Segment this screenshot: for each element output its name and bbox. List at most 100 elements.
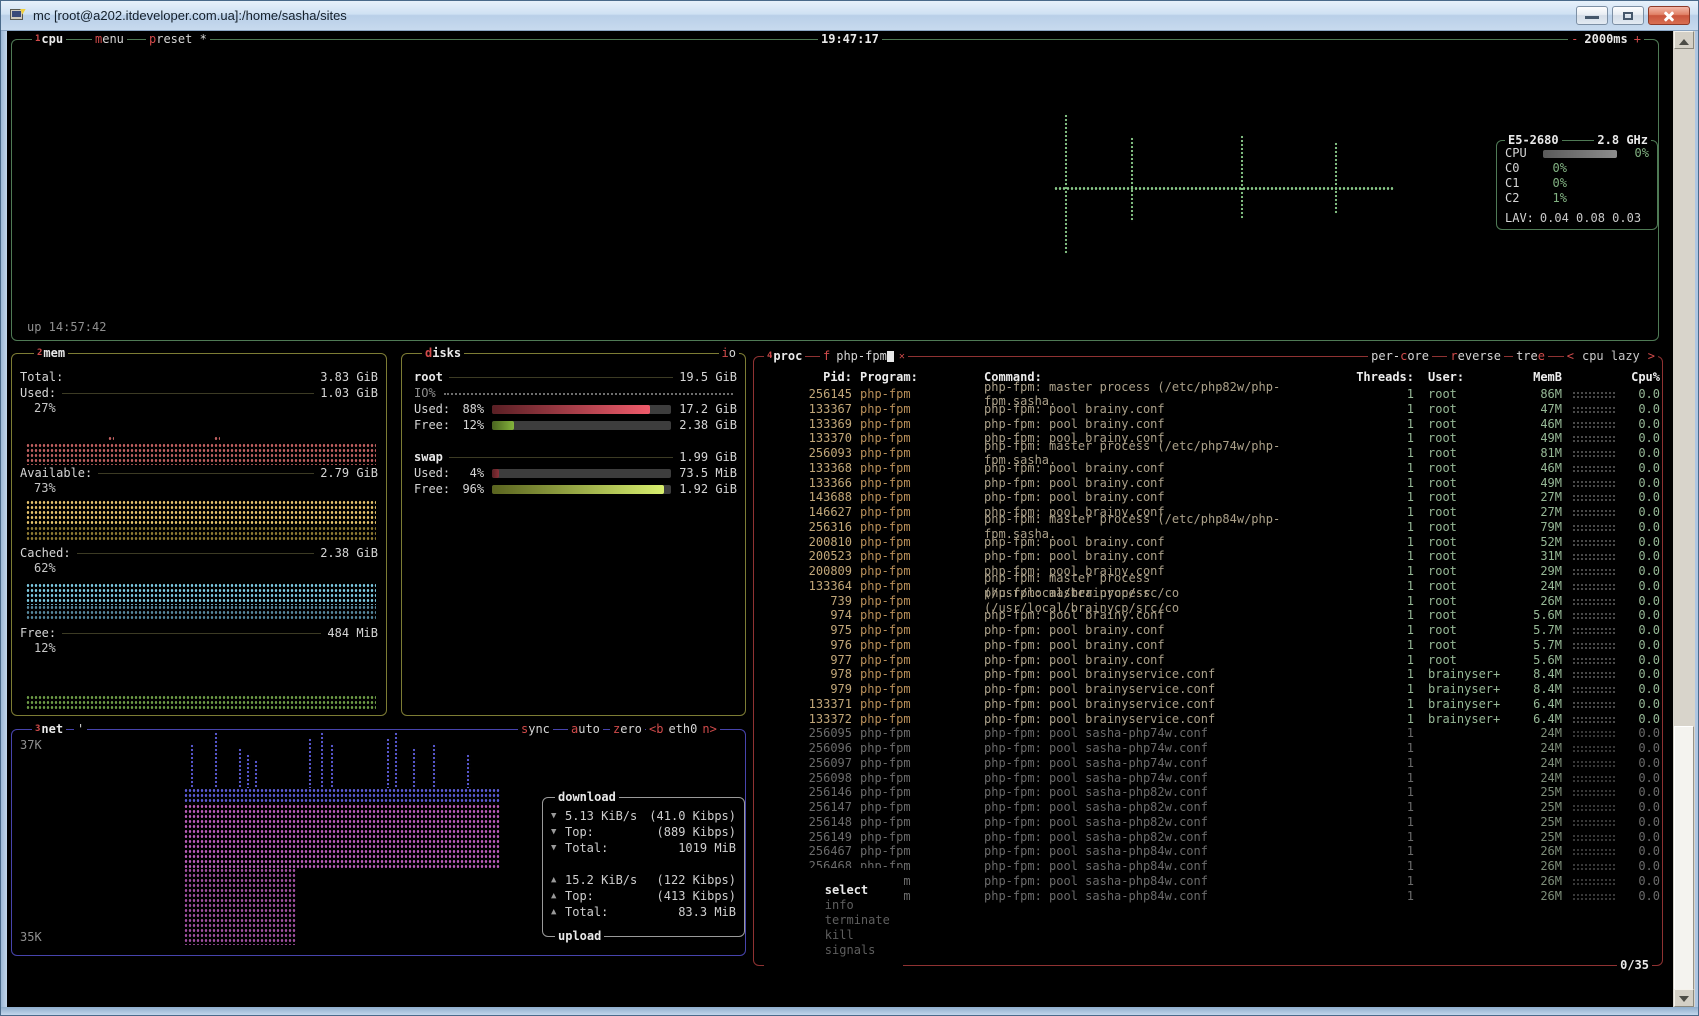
- proc-cpu: 0.0: [1622, 785, 1668, 800]
- table-row[interactable]: 133367 php-fpm php-fpm: pool brainy.conf…: [762, 402, 1656, 417]
- table-row[interactable]: 975 php-fpm php-fpm: pool brainy.conf 1 …: [762, 623, 1656, 638]
- table-row[interactable]: 200810 php-fpm php-fpm: pool brainy.conf…: [762, 535, 1656, 550]
- reverse-button[interactable]: reverse: [1447, 349, 1504, 364]
- table-row[interactable]: 256093 php-fpm php-fpm: master process (…: [762, 446, 1656, 461]
- table-row[interactable]: 256149 php-fpm php-fpm: pool sasha-php82…: [762, 830, 1656, 845]
- proc-user: brainyser+: [1414, 667, 1516, 682]
- col-threads[interactable]: Threads:: [1352, 370, 1414, 385]
- proc-mem: 26M: [1516, 594, 1562, 609]
- sync-button[interactable]: sync: [518, 722, 553, 737]
- per-core-button[interactable]: per-core: [1368, 349, 1432, 364]
- table-row[interactable]: 974 php-fpm php-fpm: pool brainy.conf 1 …: [762, 608, 1656, 623]
- minimize-button[interactable]: [1576, 6, 1608, 25]
- clear-filter-button[interactable]: ✕: [899, 349, 905, 364]
- proc-program: php-fpm: [852, 623, 984, 638]
- info-button[interactable]: info: [825, 898, 854, 912]
- proc-user: root: [1414, 579, 1516, 594]
- col-mem[interactable]: MemB: [1516, 370, 1562, 385]
- table-row[interactable]: 133369 php-fpm php-fpm: pool brainy.conf…: [762, 417, 1656, 432]
- proc-cpu: 0.0: [1622, 387, 1668, 402]
- signals-button[interactable]: signals: [825, 943, 876, 957]
- proc-mem-mini-graph: [1562, 859, 1622, 874]
- proc-program: php-fpm: [852, 800, 984, 815]
- sort-selector[interactable]: <cpu lazy>: [1564, 349, 1658, 364]
- window-frame-right: [1695, 31, 1698, 1007]
- table-row[interactable]: 978 php-fpm php-fpm: pool brainyservice.…: [762, 667, 1656, 682]
- mem-used-graph: [26, 443, 376, 465]
- close-button[interactable]: [1648, 6, 1690, 25]
- terminate-button[interactable]: terminate: [825, 913, 890, 927]
- proc-program: php-fpm: [852, 461, 984, 476]
- table-row[interactable]: 143688 php-fpm php-fpm: pool brainy.conf…: [762, 490, 1656, 505]
- table-row[interactable]: 256148 php-fpm php-fpm: pool sasha-php82…: [762, 815, 1656, 830]
- auto-button[interactable]: auto: [568, 722, 603, 737]
- col-user[interactable]: User:: [1414, 370, 1516, 385]
- proc-pid: 256316: [762, 520, 852, 535]
- table-row[interactable]: 256145 php-fpm php-fpm: master process (…: [762, 387, 1656, 402]
- proc-pid: 256467: [762, 844, 852, 859]
- table-row[interactable]: 256096 php-fpm php-fpm: pool sasha-php74…: [762, 741, 1656, 756]
- table-row[interactable]: 976 php-fpm php-fpm: pool brainy.conf 1 …: [762, 638, 1656, 653]
- proc-mem: 8.4M: [1516, 682, 1562, 697]
- table-row[interactable]: 256467 php-fpm php-fpm: pool sasha-php84…: [762, 844, 1656, 859]
- table-row[interactable]: 200523 php-fpm php-fpm: pool brainy.conf…: [762, 549, 1656, 564]
- update-interval: -2000ms+: [1568, 32, 1644, 47]
- table-row[interactable]: 256095 php-fpm php-fpm: pool sasha-php74…: [762, 726, 1656, 741]
- proc-program: php-fpm: [852, 476, 984, 491]
- scroll-up-button[interactable]: [1674, 31, 1694, 49]
- proc-mem: 86M: [1516, 387, 1562, 402]
- table-row[interactable]: 133368 php-fpm php-fpm: pool brainy.conf…: [762, 461, 1656, 476]
- down-arrow-icon: ▼: [551, 809, 565, 824]
- table-row[interactable]: 739 php-fpm php-fpm: master process (/us…: [762, 594, 1656, 609]
- kill-button[interactable]: kill: [825, 928, 854, 942]
- proc-program: php-fpm: [852, 697, 984, 712]
- table-row[interactable]: 979 php-fpm php-fpm: pool brainyservice.…: [762, 682, 1656, 697]
- proc-cpu: 0.0: [1622, 535, 1668, 550]
- proc-mem-mini-graph: [1562, 490, 1622, 505]
- proc-pid: 200523: [762, 549, 852, 564]
- upload-stat-row: ▲ 15.2 KiB/s (122 Kibps): [543, 872, 744, 888]
- menu-button[interactable]: menu: [92, 32, 127, 47]
- maximize-button[interactable]: [1612, 6, 1644, 25]
- interval-minus-button[interactable]: -: [1571, 32, 1578, 47]
- scroll-down-button[interactable]: [1674, 989, 1694, 1007]
- table-row[interactable]: 133371 php-fpm php-fpm: pool brainyservi…: [762, 697, 1656, 712]
- table-row[interactable]: 977 php-fpm php-fpm: pool brainy.conf 1 …: [762, 653, 1656, 668]
- scrollbar-thumb[interactable]: [1674, 726, 1694, 991]
- io-mode-button[interactable]: io: [719, 346, 739, 361]
- proc-pid: 146627: [762, 505, 852, 520]
- proc-cpu: 0.0: [1622, 402, 1668, 417]
- sort-next-icon[interactable]: >: [1648, 349, 1655, 364]
- table-row[interactable]: 133366 php-fpm php-fpm: pool brainy.conf…: [762, 476, 1656, 491]
- select-button[interactable]: select: [825, 883, 868, 897]
- col-program[interactable]: Program:: [852, 370, 984, 385]
- table-row[interactable]: 256316 php-fpm php-fpm: master process (…: [762, 520, 1656, 535]
- table-row[interactable]: 256146 php-fpm php-fpm: pool sasha-php82…: [762, 785, 1656, 800]
- interval-plus-button[interactable]: +: [1634, 32, 1641, 47]
- proc-threads: 1: [1352, 682, 1414, 697]
- table-row[interactable]: 256097 php-fpm php-fpm: pool sasha-php74…: [762, 756, 1656, 771]
- scrollbar[interactable]: [1673, 31, 1695, 1007]
- tree-button[interactable]: tree: [1513, 349, 1548, 364]
- proc-command: php-fpm: pool brainy.conf: [984, 535, 1352, 550]
- sort-prev-icon[interactable]: <: [1567, 349, 1574, 364]
- proc-pid: 133372: [762, 712, 852, 727]
- proc-cpu: 0.0: [1622, 490, 1668, 505]
- filter-input[interactable]: f php-fpm ✕: [820, 349, 908, 364]
- net-download-spike: [466, 754, 471, 788]
- proc-threads: 1: [1352, 623, 1414, 638]
- cpu-graph-spike: [1064, 114, 1069, 254]
- interface-switcher[interactable]: <beth0n>: [646, 722, 720, 737]
- table-row[interactable]: 256098 php-fpm php-fpm: pool sasha-php74…: [762, 771, 1656, 786]
- disk-root-free-row: Free:12% 2.38 GiB: [414, 418, 737, 433]
- proc-mem: 6.4M: [1516, 697, 1562, 712]
- preset-button[interactable]: preset *: [146, 32, 210, 47]
- disks-box: disks io root19.5 GiB IO% Used:88% 17.2 …: [401, 353, 746, 716]
- col-cpu[interactable]: Cpu%: [1622, 370, 1668, 385]
- mem-box-title: 2mem: [34, 346, 68, 361]
- zero-button[interactable]: zero: [610, 722, 645, 737]
- col-pid[interactable]: Pid:: [762, 370, 852, 385]
- table-row[interactable]: 256147 php-fpm php-fpm: pool sasha-php82…: [762, 800, 1656, 815]
- upload-stat-row: ▲ Top: (413 Kibps): [543, 888, 744, 904]
- table-row[interactable]: 133372 php-fpm php-fpm: pool brainyservi…: [762, 712, 1656, 727]
